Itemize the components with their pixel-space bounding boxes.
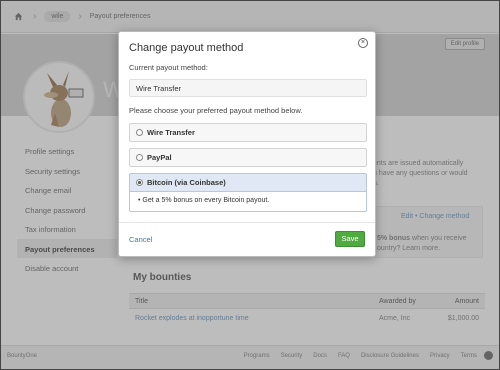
radio-button[interactable] bbox=[136, 154, 143, 161]
option-bitcoin[interactable]: Bitcoin (via Coinbase) bbox=[129, 173, 367, 192]
radio-button-selected[interactable] bbox=[136, 179, 143, 186]
radio-button[interactable] bbox=[136, 129, 143, 136]
modal-title: Change payout method bbox=[129, 42, 244, 54]
current-method-label: Current payout method: bbox=[129, 63, 208, 72]
change-payout-modal: Change payout method × Current payout me… bbox=[118, 31, 376, 257]
cancel-button[interactable]: Cancel bbox=[129, 235, 152, 244]
option-wire-transfer[interactable]: Wire Transfer bbox=[129, 123, 367, 142]
close-icon[interactable]: × bbox=[358, 38, 368, 48]
choose-method-label: Please choose your preferred payout meth… bbox=[129, 106, 303, 115]
current-method-value: Wire Transfer bbox=[129, 79, 367, 97]
option-paypal[interactable]: PayPal bbox=[129, 148, 367, 167]
modal-footer: Cancel Save bbox=[119, 222, 375, 258]
option-label: Bitcoin (via Coinbase) bbox=[147, 178, 226, 187]
option-label: PayPal bbox=[147, 153, 172, 162]
app-frame: › wile › Payout preferences Edit profile… bbox=[0, 0, 500, 370]
save-button[interactable]: Save bbox=[335, 231, 365, 247]
bitcoin-bonus-note: • Get a 5% bonus on every Bitcoin payout… bbox=[129, 192, 367, 212]
option-label: Wire Transfer bbox=[147, 128, 195, 137]
